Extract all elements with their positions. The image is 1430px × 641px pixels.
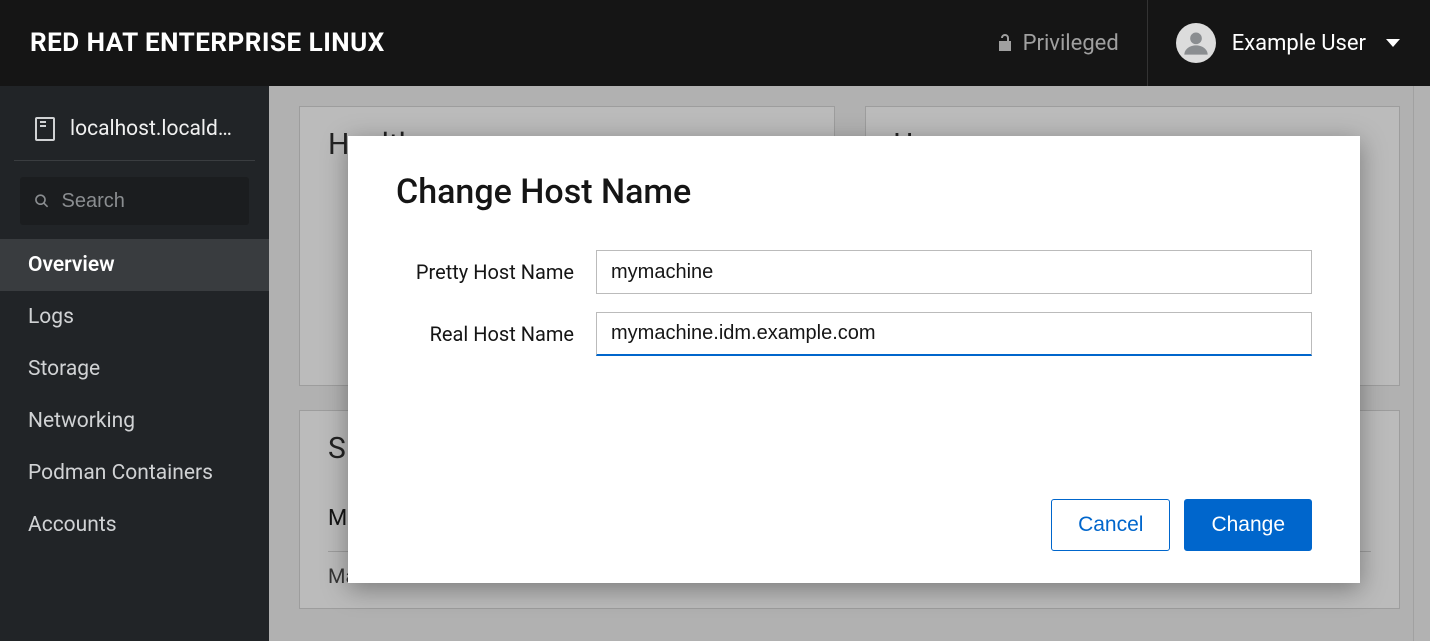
sidebar-item-networking[interactable]: Networking — [0, 395, 269, 447]
privileged-label: Privileged — [1023, 31, 1119, 56]
sidebar-item-storage[interactable]: Storage — [0, 343, 269, 395]
real-hostname-label: Real Host Name — [396, 322, 596, 346]
user-name-label: Example User — [1232, 31, 1366, 56]
pretty-hostname-input[interactable] — [596, 250, 1312, 294]
avatar-icon — [1176, 23, 1216, 63]
search-icon — [34, 192, 50, 210]
privileged-toggle[interactable]: Privileged — [997, 0, 1148, 86]
pretty-hostname-label: Pretty Host Name — [396, 260, 596, 284]
sidebar-item-overview[interactable]: Overview — [0, 239, 269, 291]
top-bar: RED HAT ENTERPRISE LINUX Privileged Exam… — [0, 0, 1430, 86]
user-menu[interactable]: Example User — [1148, 23, 1400, 63]
sidebar: localhost.localdo… Overview Logs Storage… — [0, 86, 269, 641]
search-box[interactable] — [20, 177, 249, 225]
change-button[interactable]: Change — [1184, 499, 1312, 551]
host-selector[interactable]: localhost.localdo… — [14, 106, 255, 161]
hostname-label: localhost.localdo… — [70, 117, 235, 141]
dialog-title: Change Host Name — [396, 172, 1312, 212]
server-icon — [34, 116, 56, 142]
sidebar-item-accounts[interactable]: Accounts — [0, 499, 269, 551]
sidebar-item-logs[interactable]: Logs — [0, 291, 269, 343]
unlock-icon — [997, 33, 1013, 53]
brand-title: RED HAT ENTERPRISE LINUX — [30, 28, 385, 58]
real-hostname-input[interactable] — [596, 312, 1312, 356]
sidebar-nav: Overview Logs Storage Networking Podman … — [0, 239, 269, 551]
chevron-down-icon — [1386, 39, 1400, 47]
search-input[interactable] — [62, 190, 235, 213]
change-hostname-dialog: Change Host Name Pretty Host Name Real H… — [348, 136, 1360, 583]
sidebar-item-podman[interactable]: Podman Containers — [0, 447, 269, 499]
cancel-button[interactable]: Cancel — [1051, 499, 1170, 551]
